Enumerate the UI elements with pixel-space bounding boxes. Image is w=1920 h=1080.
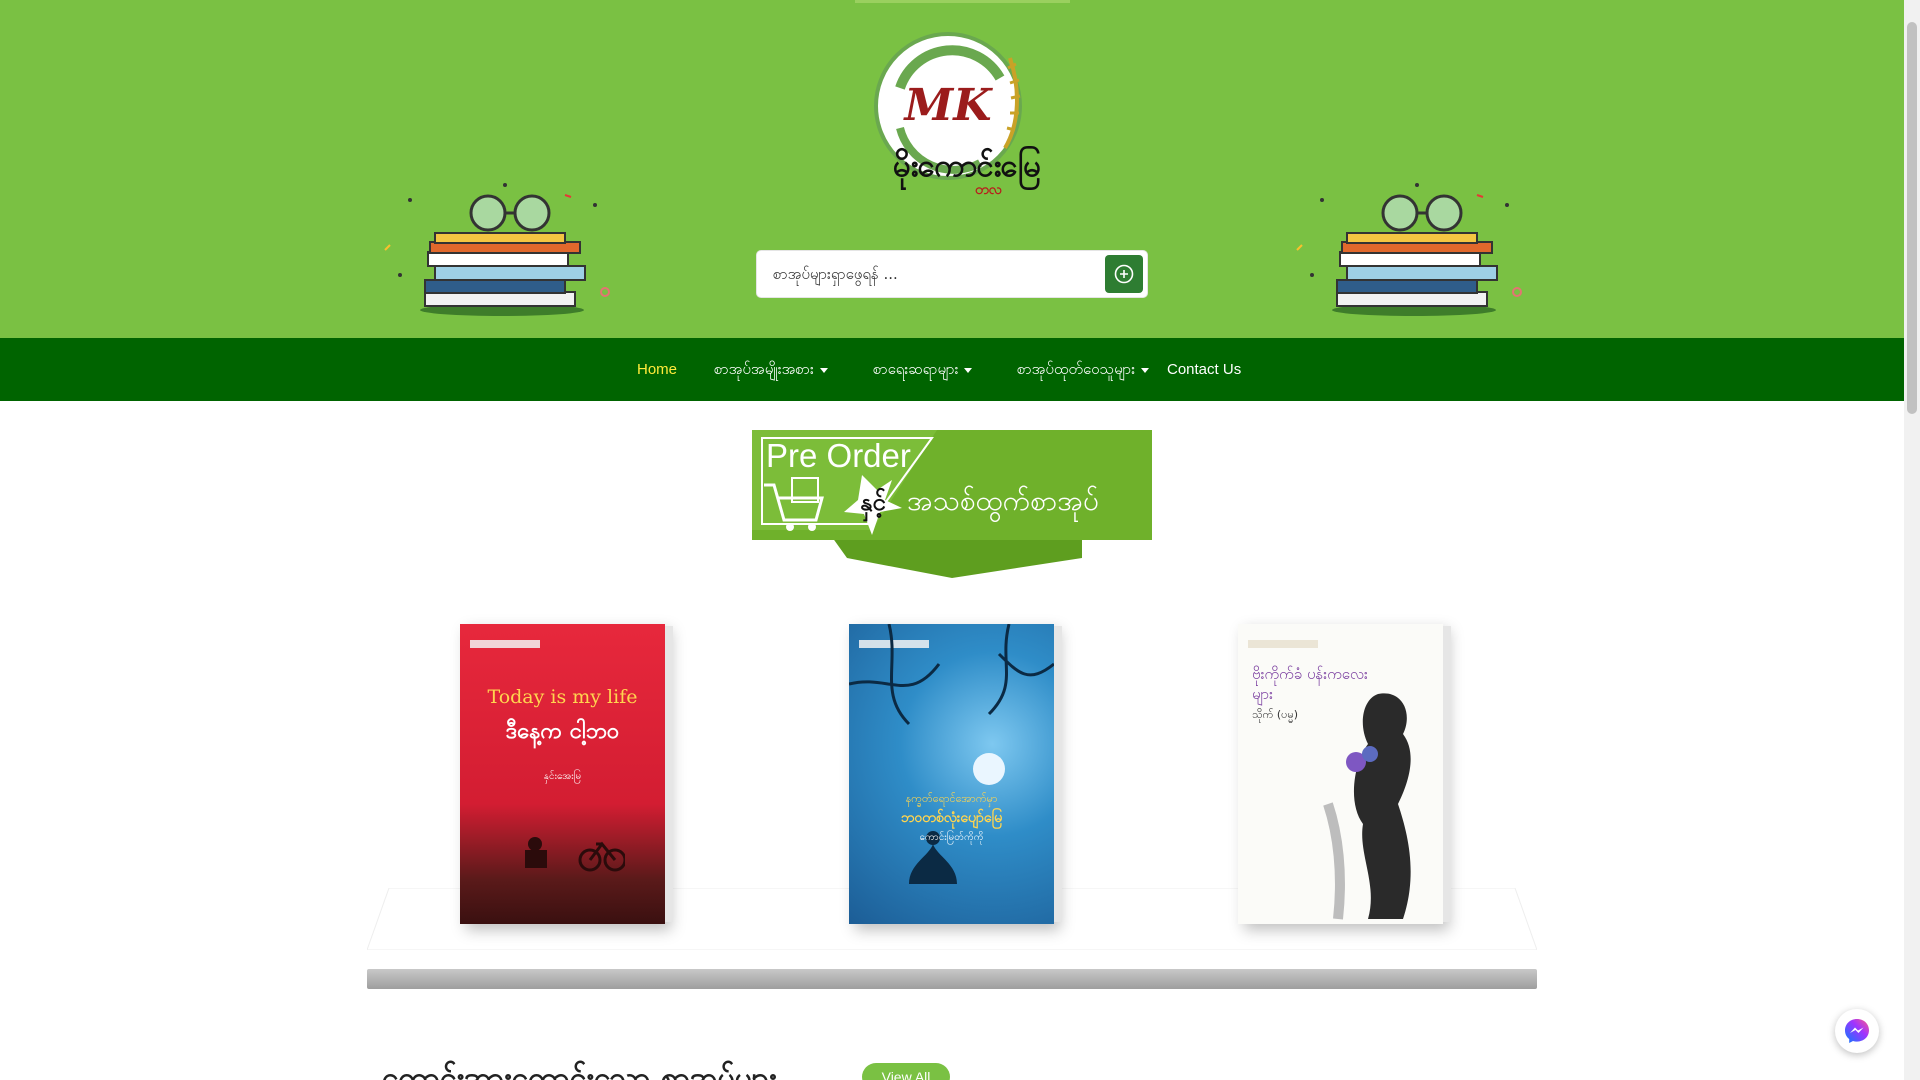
book3-author: သိုက် (ပမ္မ) xyxy=(1252,708,1299,721)
logo-initials: MK xyxy=(903,80,994,131)
book-spine xyxy=(665,626,673,922)
preorder-banner[interactable]: Pre Order နှင့် အသစ်ထွက်စာအုပ် xyxy=(752,430,1152,578)
books-illustration-right xyxy=(1296,183,1522,316)
book2-author: ကောင်းမြတ်ကိုကို xyxy=(919,832,984,843)
nav-categories-label: စာအုပ်အမျိုးအစား xyxy=(714,361,814,378)
messenger-icon xyxy=(1845,1019,1869,1043)
publisher-tag xyxy=(1248,640,1318,648)
scrollbar-thumb[interactable] xyxy=(1907,22,1917,414)
nav-home[interactable]: Home xyxy=(637,338,677,401)
nav-authors-label: စာရေးဆရာများ xyxy=(873,361,959,378)
book-spine xyxy=(1054,626,1062,922)
section-title: ကောင်းအားကောင်းသော စာအုပ်များ xyxy=(382,1061,777,1080)
book-cover-3[interactable]: ဗိုးကိုက်ခံ ပန်းကလေးများ သိုက် (ပမ္မ) xyxy=(1238,624,1451,924)
book1-title-en: Today is my life xyxy=(487,686,638,708)
woman-illustration xyxy=(1323,693,1411,920)
banner-line1: Pre Order xyxy=(766,437,911,474)
book-spine xyxy=(1443,626,1451,922)
search-icon xyxy=(1114,264,1134,284)
nav-contact-label: Contact Us xyxy=(1167,361,1242,378)
search-input[interactable] xyxy=(757,251,1097,297)
nav-contact[interactable]: Contact Us xyxy=(1167,338,1241,401)
header-top-strip xyxy=(855,0,1070,3)
chevron-down-icon xyxy=(964,367,973,373)
nav-home-label: Home xyxy=(637,361,678,378)
chevron-down-icon xyxy=(819,367,828,373)
book-cover-2[interactable]: နက္ခတ်ရောင်အောက်မှာ ဘဝတစ်လုံးပျော်မြေ ကေ… xyxy=(849,624,1062,924)
book2-title-top: နက္ခတ်ရောင်အောက်မှာ xyxy=(905,792,998,805)
books-illustration-left xyxy=(384,183,610,316)
book1-author: နှင်းအေးမြ xyxy=(543,771,582,782)
publisher-tag xyxy=(470,640,540,648)
search-button[interactable] xyxy=(1105,255,1143,293)
site-header: MK မိုးကောင်းမြေ တလ xyxy=(0,0,1904,338)
page-scrollbar[interactable] xyxy=(1904,0,1920,1080)
chevron-down-icon xyxy=(1141,367,1150,373)
book-cover-1[interactable]: Today is my life ဒီနေ့က ငါ့ဘဝ နှင်းအေးမြ xyxy=(460,624,673,924)
tree-branches-illustration xyxy=(849,624,1054,884)
main-navbar: Home စာအုပ်အမျိုးအစား စာရေးဆရာများ စာအုပ… xyxy=(0,338,1904,401)
bicycle-figure-icon xyxy=(525,837,625,872)
view-all-button[interactable]: View All xyxy=(862,1063,950,1080)
nav-publishers-label: စာအုပ်ထုတ်ဝေသူများ xyxy=(1017,361,1136,378)
book1-title-mm: ဒီနေ့က ငါ့ဘဝ xyxy=(505,718,620,744)
nav-categories[interactable]: စာအုပ်အမျိုးအစား xyxy=(714,338,828,401)
search-bar xyxy=(757,251,1147,297)
logo-text: မိုးကောင်းမြေ xyxy=(893,148,1041,184)
messenger-button[interactable] xyxy=(1835,1009,1879,1053)
logo-subtext: တလ xyxy=(975,182,1002,198)
nav-authors[interactable]: စာရေးဆရာများ xyxy=(873,338,973,401)
nav-publishers[interactable]: စာအုပ်ထုတ်ဝေသူများ xyxy=(1017,338,1150,401)
book2-title-mm: ဘဝတစ်လုံးပျော်မြေ xyxy=(900,810,1003,826)
shelf-shadow xyxy=(367,969,1537,989)
